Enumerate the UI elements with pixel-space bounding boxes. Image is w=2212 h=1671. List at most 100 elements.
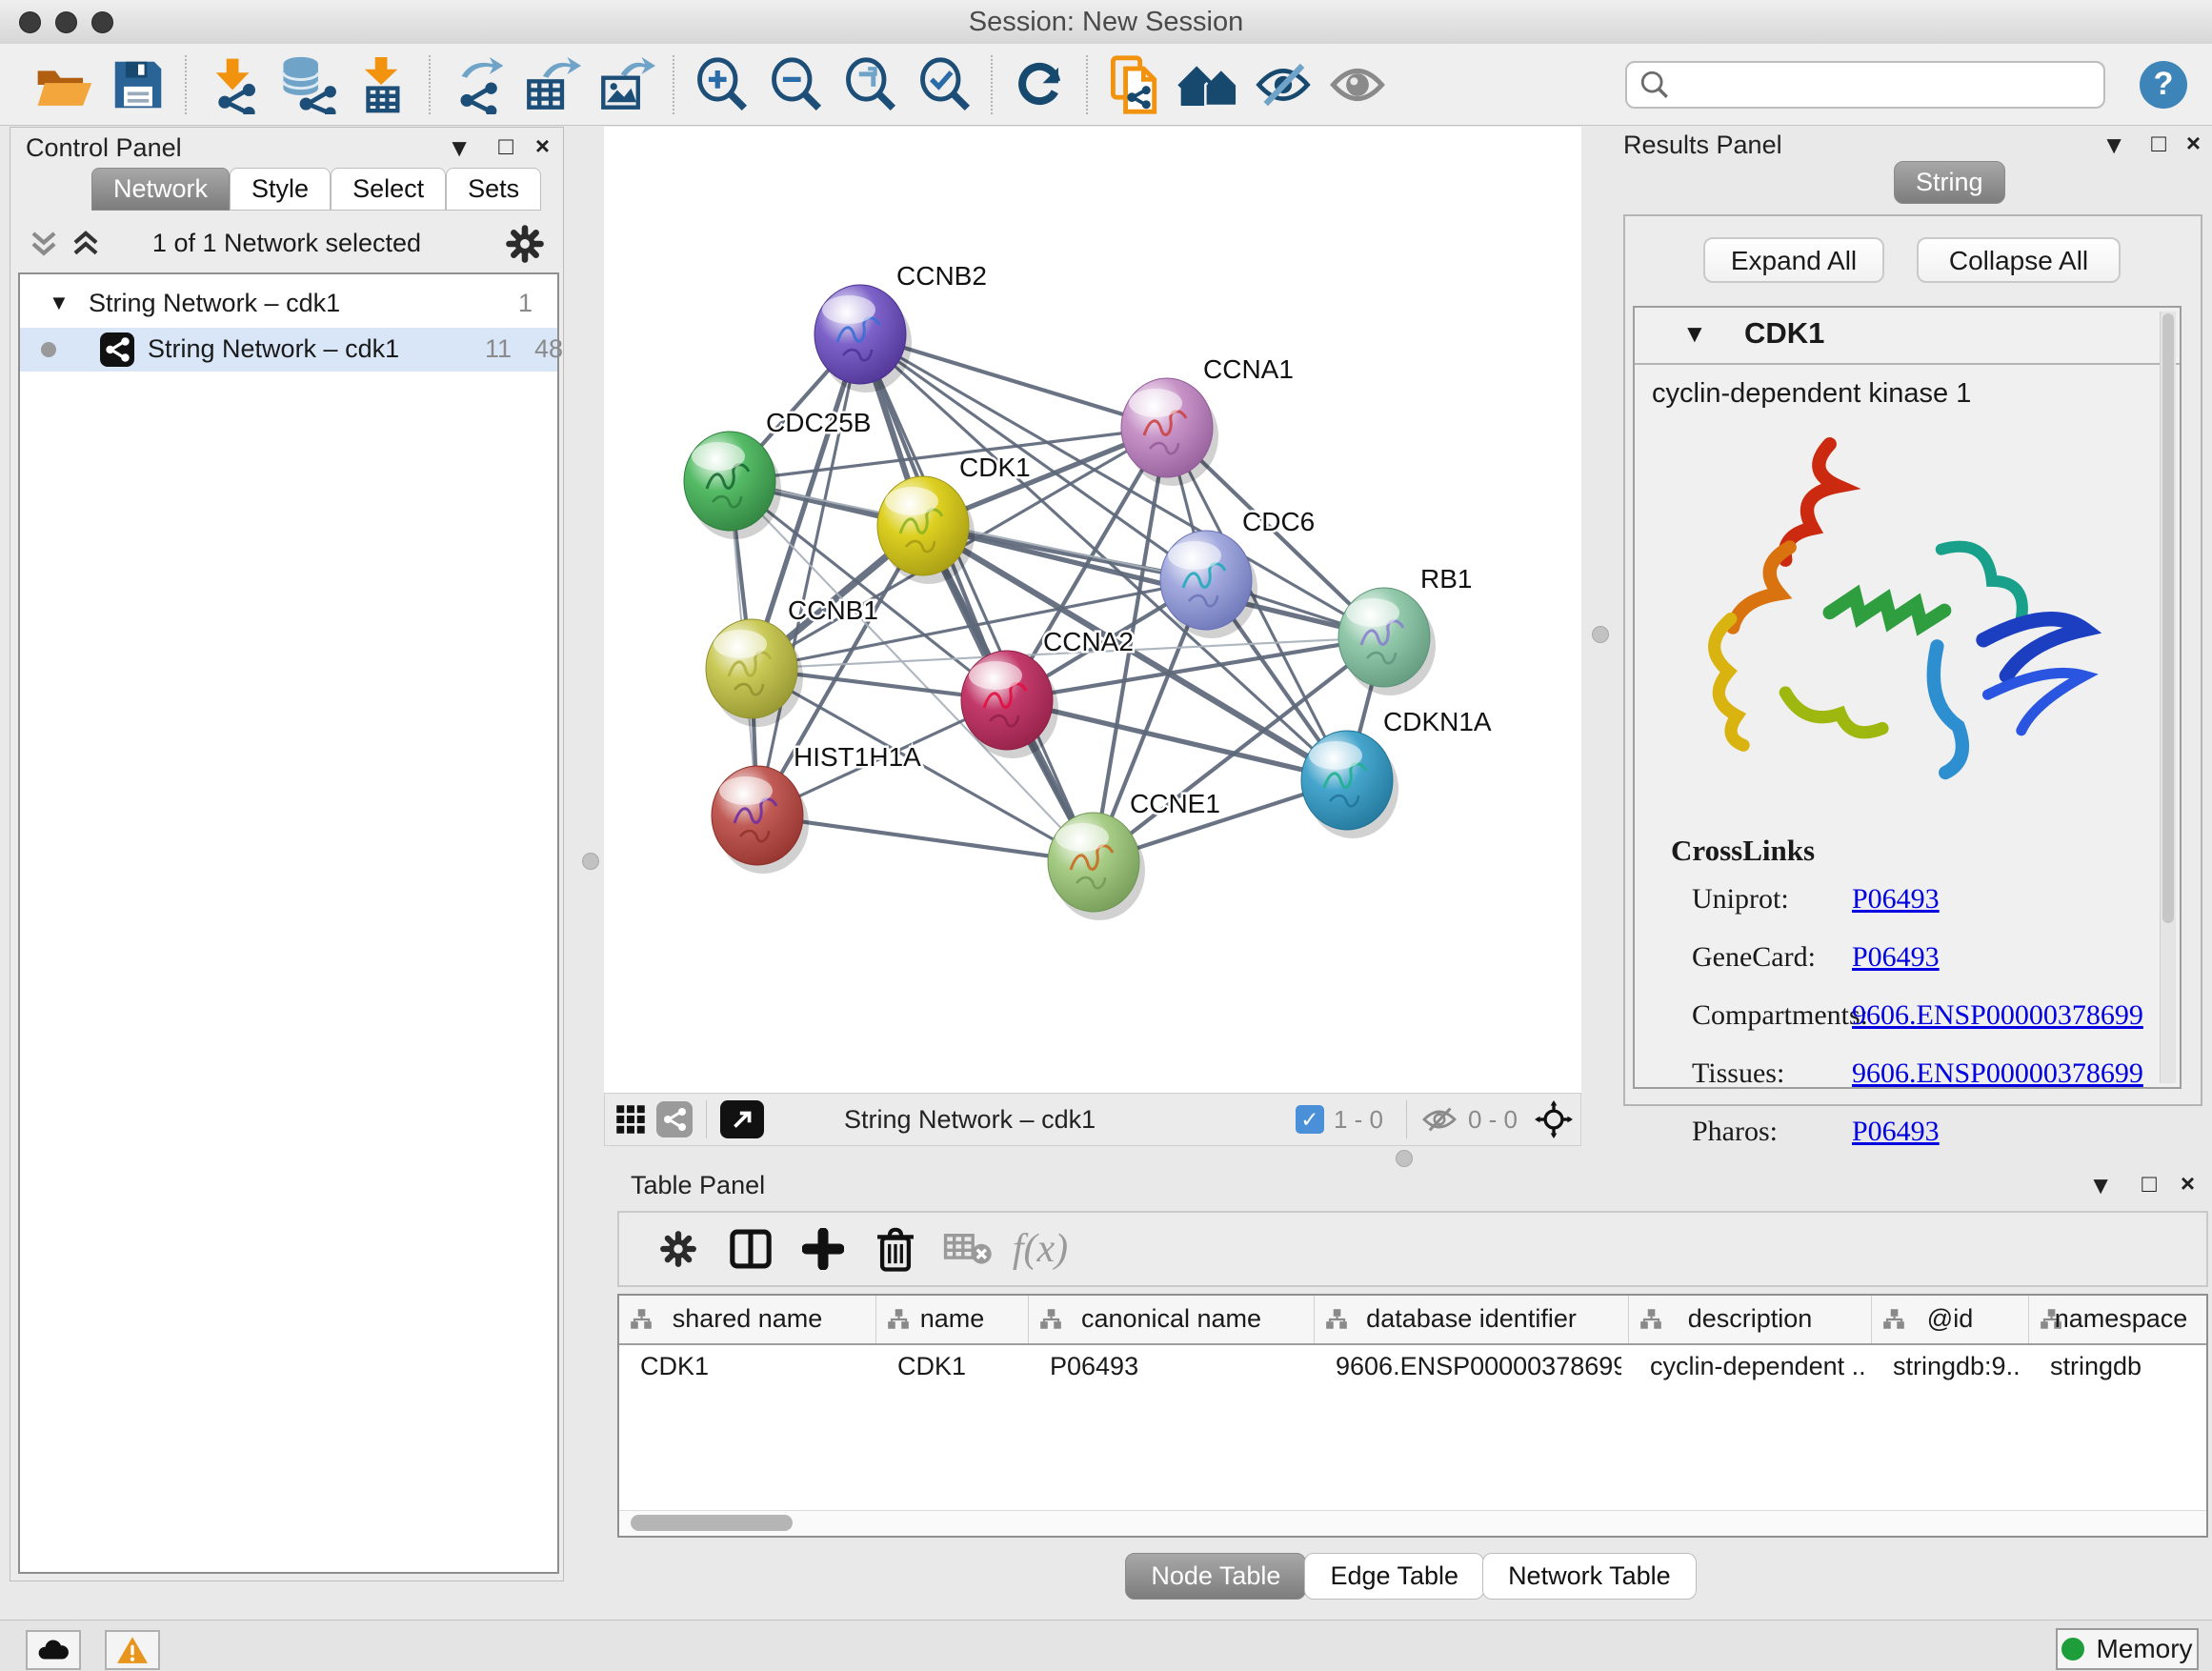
- tab-select[interactable]: Select: [331, 168, 446, 211]
- tab-sets[interactable]: Sets: [446, 168, 541, 211]
- birds-eye-view-button[interactable]: [720, 1100, 764, 1138]
- import-network-from-database-button[interactable]: [271, 51, 345, 118]
- create-column-button[interactable]: [787, 1218, 859, 1279]
- tab-node-table[interactable]: Node Table: [1125, 1553, 1306, 1600]
- panel-float-icon[interactable]: □: [498, 133, 513, 158]
- export-image-button[interactable]: [589, 51, 663, 118]
- import-network-from-file-button[interactable]: [196, 51, 271, 118]
- tab-string[interactable]: String: [1894, 161, 2005, 204]
- control-panel: Control Panel ▼ □ × NetworkStyleSelectSe…: [10, 127, 564, 1581]
- crosshair-icon: [1535, 1100, 1573, 1138]
- cell-description[interactable]: cyclin-dependent ...: [1650, 1352, 1864, 1381]
- cell-namespace[interactable]: stringdb: [2050, 1352, 2206, 1381]
- column-header-namespace[interactable]: namespace: [2029, 1296, 2208, 1343]
- selected-visible-checkbox[interactable]: ✓: [1296, 1105, 1324, 1134]
- panel-collapse-icon[interactable]: ▼: [447, 135, 472, 160]
- column-header--id[interactable]: @id: [1872, 1296, 2029, 1343]
- panel-float-icon[interactable]: □: [2142, 1171, 2157, 1196]
- cell--id[interactable]: stringdb:9...: [1893, 1352, 2021, 1381]
- function-builder-button[interactable]: f(x): [1004, 1218, 1076, 1279]
- crosslink-row: Pharos: P06493: [1635, 1116, 2180, 1159]
- panel-close-icon[interactable]: ×: [2186, 131, 2201, 155]
- cell-shared-name[interactable]: CDK1: [640, 1352, 869, 1381]
- copy-network-button[interactable]: [1097, 51, 1172, 118]
- collection-expand-icon[interactable]: ▼: [49, 291, 70, 315]
- delete-column-button[interactable]: [859, 1218, 932, 1279]
- status-bar: Memory: [0, 1620, 2212, 1671]
- network-canvas[interactable]: CCNB2CCNA1CDC25BCDK1CDC6RB1CCNB1CCNA2CDK…: [604, 127, 1581, 1093]
- table-options-button[interactable]: [642, 1218, 714, 1279]
- cell-database-identifier[interactable]: 9606.ENSP00000378699: [1336, 1352, 1621, 1381]
- network-collection-row[interactable]: ▼ String Network – cdk1 1: [20, 282, 557, 326]
- plus-icon: [802, 1228, 844, 1270]
- network-view-button[interactable]: [656, 1101, 693, 1137]
- bottom-splitter-handle[interactable]: [1396, 1150, 1413, 1167]
- memory-button[interactable]: Memory: [2056, 1628, 2199, 1670]
- panel-collapse-icon[interactable]: ▼: [2088, 1173, 2113, 1198]
- results-scrollbar[interactable]: [2160, 312, 2176, 1083]
- grid-view-button[interactable]: [605, 1103, 656, 1136]
- network-options-button[interactable]: [504, 223, 546, 265]
- zoom-in-button[interactable]: [684, 51, 758, 118]
- network-row-selected[interactable]: String Network – cdk1 11 48: [20, 328, 557, 372]
- export-network-icon: [448, 55, 507, 114]
- hide-selected-button[interactable]: [1246, 51, 1320, 118]
- crosslink-link[interactable]: 9606.ENSP00000378699: [1852, 999, 2143, 1032]
- gene-collapse-icon[interactable]: ▼: [1682, 319, 1707, 349]
- show-all-networks-button[interactable]: [1172, 51, 1246, 118]
- tab-edge-table[interactable]: Edge Table: [1304, 1553, 1484, 1600]
- window-title: Session: New Session: [0, 7, 2212, 38]
- save-session-button[interactable]: [101, 51, 175, 118]
- show-hidden-button[interactable]: [1320, 51, 1395, 118]
- table-horizontal-scrollbar[interactable]: [619, 1510, 2206, 1536]
- refresh-view-button[interactable]: [1002, 51, 1076, 118]
- left-splitter-handle[interactable]: [582, 853, 599, 870]
- export-table-button[interactable]: [514, 51, 589, 118]
- table-scrollbar-thumb[interactable]: [631, 1515, 793, 1531]
- tab-network-table[interactable]: Network Table: [1482, 1553, 1697, 1600]
- zoom-fit-content-button[interactable]: [833, 51, 907, 118]
- warnings-button[interactable]: [105, 1630, 160, 1670]
- search-input[interactable]: [1679, 69, 2103, 100]
- expand-all-button[interactable]: Expand All: [1703, 237, 1884, 283]
- tab-network[interactable]: Network: [91, 168, 230, 211]
- results-scrollbar-thumb[interactable]: [2162, 313, 2174, 923]
- panel-close-icon[interactable]: ×: [2181, 1171, 2195, 1196]
- fit-selected-button[interactable]: [1527, 1100, 1580, 1138]
- zoom-out-button[interactable]: [758, 51, 833, 118]
- column-header-database-identifier[interactable]: database identifier: [1315, 1296, 1629, 1343]
- network-graph[interactable]: CCNB2CCNA1CDC25BCDK1CDC6RB1CCNB1CCNA2CDK…: [604, 127, 1581, 1093]
- cell-canonical-name[interactable]: P06493: [1050, 1352, 1307, 1381]
- crosslink-link[interactable]: 9606.ENSP00000378699: [1852, 1057, 2143, 1090]
- gene-header-row[interactable]: ▼ CDK1: [1635, 308, 2180, 365]
- search-field[interactable]: [1625, 61, 2105, 109]
- open-session-button[interactable]: [27, 51, 101, 118]
- help-button[interactable]: ?: [2140, 61, 2187, 109]
- export-network-button[interactable]: [440, 51, 514, 118]
- zoom-selected-button[interactable]: [907, 51, 981, 118]
- cell-name[interactable]: CDK1: [897, 1352, 1021, 1381]
- right-splitter-handle[interactable]: [1592, 626, 1609, 643]
- hidden-eye-icon[interactable]: [1420, 1104, 1458, 1135]
- show-columns-button[interactable]: [714, 1218, 787, 1279]
- column-header-canonical-name[interactable]: canonical name: [1029, 1296, 1315, 1343]
- network-view-toolbar: String Network – cdk1 ✓ 1 - 0 0 - 0: [604, 1093, 1581, 1146]
- crosslink-link[interactable]: P06493: [1852, 1116, 1940, 1148]
- table-row[interactable]: CDK1 CDK1 P06493 9606.ENSP00000378699 cyclin…: [619, 1343, 2208, 1391]
- panel-close-icon[interactable]: ×: [535, 133, 550, 158]
- panel-collapse-icon[interactable]: ▼: [2101, 132, 2126, 157]
- crosslink-link[interactable]: P06493: [1852, 883, 1940, 916]
- collapse-all-button[interactable]: Collapse All: [1917, 237, 2121, 283]
- column-header-name[interactable]: name: [876, 1296, 1029, 1343]
- panel-float-icon[interactable]: □: [2151, 131, 2166, 155]
- svg-text:CDKN1A: CDKN1A: [1383, 707, 1492, 736]
- cloud-status-button[interactable]: [26, 1630, 81, 1670]
- collection-count: 1: [518, 289, 533, 318]
- column-header-shared-name[interactable]: shared name: [619, 1296, 876, 1343]
- column-header-description[interactable]: description: [1629, 1296, 1872, 1343]
- import-table-from-file-button[interactable]: [345, 51, 419, 118]
- copy-network-file-icon: [1107, 54, 1162, 115]
- delete-table-button[interactable]: [932, 1218, 1004, 1279]
- tab-style[interactable]: Style: [230, 168, 331, 211]
- crosslink-link[interactable]: P06493: [1852, 941, 1940, 974]
